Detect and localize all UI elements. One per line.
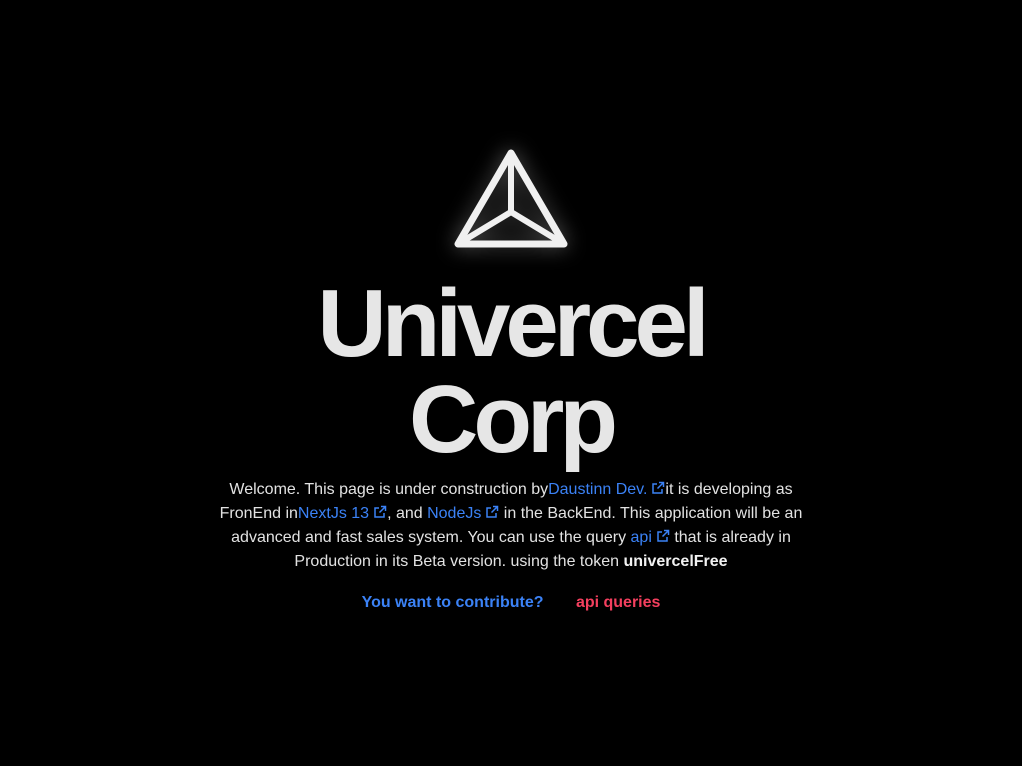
token-text: univercelFree [623,553,728,570]
title-line-2: Corp [409,366,618,473]
nextjs-link[interactable]: NextJs 13 [298,505,387,522]
author-link-label: Daustinn Dev. [548,481,648,498]
api-link-label: api [630,529,652,546]
triangle-logo-icon [454,149,568,248]
intro-text-1: Welcome. This page is under construction… [229,481,549,498]
intro-text-3: , and [387,505,428,522]
contribute-link[interactable]: You want to contribute? [362,594,544,612]
author-link[interactable]: Daustinn Dev. [548,481,665,498]
api-link[interactable]: api [631,529,670,546]
action-links: You want to contribute? api queries [0,594,1022,612]
nodejs-link-label: NodeJs [427,505,482,522]
nodejs-link[interactable]: NodeJs [427,505,499,522]
external-link-icon [652,481,665,494]
nextjs-link-label: NextJs 13 [297,505,370,522]
external-link-icon [657,529,670,542]
intro-paragraph: Welcome. This page is under construction… [206,478,816,574]
external-link-icon [486,505,499,518]
external-link-icon [374,505,387,518]
title-line-1: Univercel [317,270,709,377]
api-queries-link[interactable]: api queries [576,594,660,612]
page-title: Univercel Corp [0,276,1022,468]
landing-page: Univercel Corp Welcome. This page is und… [0,0,1022,766]
